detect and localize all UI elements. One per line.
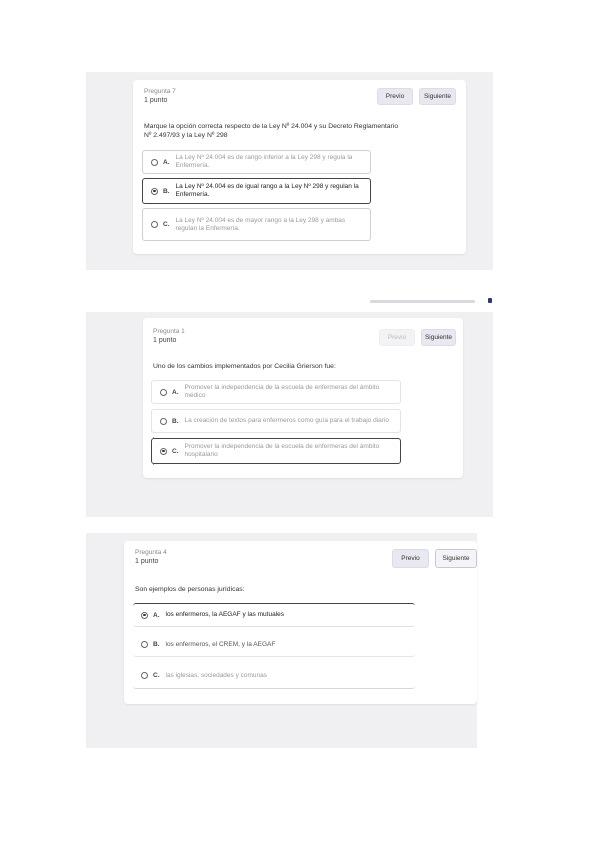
option-b[interactable]: B. La Ley Nº 24.004 es de igual rango a …	[142, 178, 371, 204]
option-label: Promover la independencia de la escuela …	[184, 384, 380, 399]
option-letter: A.	[153, 611, 160, 619]
radio-button-selected[interactable]	[160, 447, 167, 455]
radio-button[interactable]	[141, 672, 148, 679]
radio-button[interactable]	[160, 417, 167, 425]
previous-button[interactable]: Previo	[379, 329, 415, 346]
option-letter: B.	[172, 417, 179, 425]
option-letter: C.	[172, 447, 179, 455]
radio-button-selected[interactable]	[141, 611, 148, 619]
previous-button[interactable]: Previo	[377, 88, 413, 105]
question-card-q7: Pregunta 7 1 punto Previo Siguiente Marq…	[133, 80, 466, 254]
question-number: Pregunta 4	[135, 549, 167, 556]
option-c[interactable]: C. Promover la independencia de la escue…	[151, 438, 401, 464]
question-points: 1 punto	[153, 337, 177, 344]
previous-button[interactable]: Previo	[392, 549, 429, 568]
option-letter: B.	[153, 641, 160, 648]
option-label: los enfermeros, la AEGAF y las mutuales	[165, 611, 285, 618]
option-a[interactable]: A. los enfermeros, la AEGAF y las mutual…	[133, 603, 415, 627]
radio-button[interactable]	[141, 641, 148, 648]
option-label: La creación de textos para enfermeros co…	[184, 417, 390, 424]
option-letter: C.	[163, 221, 170, 228]
option-label: Promover la independencia de la escuela …	[184, 443, 380, 458]
radio-button[interactable]	[151, 221, 158, 228]
question-number: Pregunta 7	[144, 88, 176, 95]
stray-dot	[153, 464, 154, 465]
question-points: 1 punto	[144, 97, 168, 104]
question-text: Marque la opción correcta respecto de la…	[144, 123, 399, 139]
option-label: La Ley Nº 24.004 es de igual rango a la …	[175, 183, 359, 198]
question-card-q4: Pregunta 4 1 punto Previo Siguiente Son …	[124, 541, 477, 704]
option-label: La Ley Nº 24.004 es de rango inferior a …	[175, 154, 353, 169]
next-button[interactable]: Siguiente	[419, 88, 456, 105]
horizontal-scrollbar[interactable]	[370, 300, 475, 303]
option-label: las iglesias, sociedades y comunas	[165, 671, 268, 679]
option-c[interactable]: C. La Ley Nº 24.004 es de mayor rango a …	[142, 208, 371, 241]
radio-button[interactable]	[151, 158, 158, 166]
option-b[interactable]: B. La creación de textos para enfermeros…	[151, 409, 401, 433]
option-label: La Ley Nº 24.004 es de mayor rango a la …	[175, 216, 346, 232]
question-text: Son ejemplos de personas jurídicas:	[135, 586, 245, 593]
option-letter: B.	[163, 187, 170, 195]
question-card-q1: Pregunta 1 1 punto Previo Siguiente Uno …	[143, 318, 463, 478]
option-letter: A.	[163, 158, 170, 166]
stray-dot	[153, 437, 154, 438]
option-letter: C.	[153, 672, 160, 679]
question-points: 1 punto	[135, 558, 159, 565]
scrollbar-thumb[interactable]	[488, 298, 492, 303]
option-letter: A.	[172, 388, 179, 396]
radio-button[interactable]	[160, 388, 167, 396]
option-a[interactable]: A. Promover la independencia de la escue…	[151, 380, 401, 404]
question-text: Uno de los cambios implementados por Cec…	[153, 363, 336, 370]
question-number: Pregunta 1	[153, 328, 185, 335]
option-c[interactable]: C. las iglesias, sociedades y comunas	[133, 663, 415, 689]
next-button[interactable]: Siguiente	[435, 549, 477, 568]
option-b[interactable]: B. los enfermeros, el CREM, y la AEGAF	[133, 633, 415, 657]
option-label: los enfermeros, el CREM, y la AEGAF	[165, 640, 276, 648]
radio-button-selected[interactable]	[151, 187, 158, 195]
option-a[interactable]: A. La Ley Nº 24.004 es de rango inferior…	[142, 150, 371, 174]
next-button[interactable]: Siguiente	[421, 329, 456, 346]
